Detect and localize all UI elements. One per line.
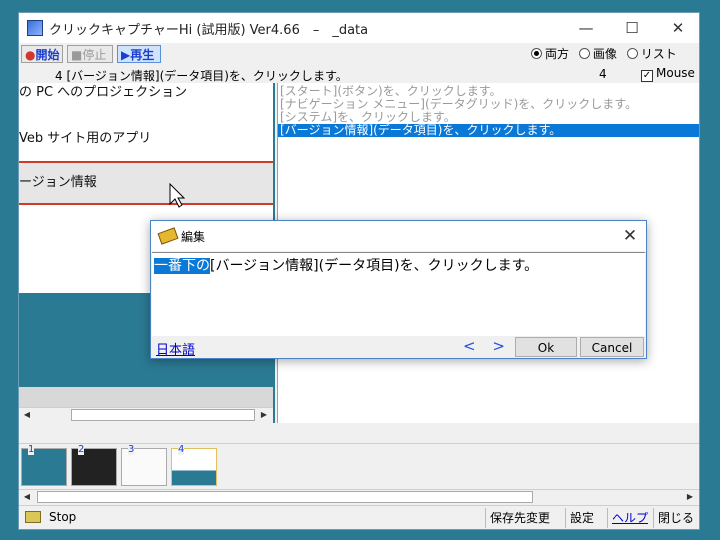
edit-dialog: 編集 ✕ 一番下の[バージョン情報](データ項目)を、クリックします。 日本語 … [150, 220, 647, 359]
maximize-button[interactable]: ☐ [609, 13, 655, 43]
view-option-label: リスト [640, 47, 677, 61]
scroll-thumb[interactable] [71, 409, 255, 421]
play-label: 再生 [130, 48, 155, 62]
status-bar: Stop 保存先変更 設定 ヘルプ 閉じる [19, 505, 699, 529]
thumbnail-strip: 1 2 3 4 [19, 443, 699, 490]
record-icon: ● [25, 48, 36, 62]
window-title: クリックキャプチャーHi (試用版) Ver4.66 – _data [49, 23, 369, 38]
selected-text: 一番下の [154, 258, 210, 274]
status-text: Stop [49, 510, 77, 524]
language-link[interactable]: 日本語 [156, 339, 195, 358]
thumbnail-number: 2 [78, 444, 85, 455]
help-link[interactable]: ヘルプ [607, 508, 652, 528]
list-item-label: ージョン情報 [19, 175, 97, 190]
thumbnail-scrollbar[interactable]: ◀ ▶ [19, 489, 699, 505]
scroll-left-icon[interactable]: ◀ [20, 491, 34, 503]
app-icon [27, 20, 43, 36]
scroll-thumb[interactable] [37, 491, 533, 503]
radio-icon [531, 48, 542, 59]
view-option-both[interactable]: 両方 [525, 47, 569, 61]
checkbox-check-icon: ✓ [641, 70, 653, 82]
eraser-icon [157, 227, 179, 245]
thumbnail-number: 3 [128, 444, 135, 455]
stop-button[interactable]: ■停止 [67, 45, 113, 63]
thumbnail[interactable]: 1 [21, 444, 67, 486]
image-horizontal-scrollbar[interactable]: ◀ ▶ [19, 407, 273, 423]
scroll-left-icon[interactable]: ◀ [20, 409, 34, 421]
folder-icon[interactable] [25, 511, 41, 523]
image-footer-bar [19, 387, 273, 407]
step-text-editor[interactable]: 一番下の[バージョン情報](データ項目)を、クリックします。 [152, 252, 645, 336]
minimize-button[interactable]: — [563, 13, 609, 43]
close-button[interactable]: ✕ [655, 13, 699, 43]
view-option-list[interactable]: リスト [621, 47, 677, 61]
start-label: 開始 [35, 48, 60, 62]
ok-button[interactable]: Ok [515, 337, 577, 357]
thumbnail[interactable]: 3 [121, 444, 167, 486]
thumbnail-number: 1 [28, 444, 35, 455]
mouse-label: Mouse [656, 66, 695, 80]
view-mode-group: 両方 画像 リスト [525, 45, 677, 62]
stop-label: 停止 [82, 48, 107, 62]
radio-icon [626, 48, 638, 59]
current-step-line: 4 [バージョン情報](データ項目)を、クリックします。 4 ✓ Mouse [19, 65, 699, 83]
dialog-footer: 日本語 < > Ok Cancel [151, 337, 646, 359]
dialog-title: 編集 [181, 230, 206, 244]
thumbnail[interactable]: 2 [71, 444, 117, 486]
prev-next-nav[interactable]: < > [463, 337, 511, 355]
view-option-image[interactable]: 画像 [573, 47, 617, 61]
editor-text: [バージョン情報](データ項目)を、クリックします。 [210, 258, 539, 274]
thumbnail-number: 4 [178, 444, 185, 455]
scroll-right-icon[interactable]: ▶ [683, 491, 697, 503]
radio-icon [578, 48, 590, 59]
toolbar: ●開始 ■停止 ▶再生 両方 画像 リスト [19, 43, 699, 65]
list-item-selected[interactable]: [バージョン情報](データ項目)を、クリックします。 [278, 124, 699, 137]
current-step-text: 4 [バージョン情報](データ項目)を、クリックします。 [55, 69, 348, 83]
close-app-button[interactable]: 閉じる [653, 508, 698, 528]
thumbnail-selected[interactable]: 4 [171, 444, 217, 486]
mouse-cursor-icon [169, 183, 185, 208]
stop-icon: ■ [71, 48, 83, 62]
title-bar: クリックキャプチャーHi (試用版) Ver4.66 – _data — ☐ ✕ [19, 13, 699, 43]
change-save-location-button[interactable]: 保存先変更 [485, 508, 554, 528]
view-option-label: 画像 [592, 47, 617, 61]
settings-button[interactable]: 設定 [565, 508, 598, 528]
play-button[interactable]: ▶再生 [117, 45, 161, 63]
scroll-right-icon[interactable]: ▶ [257, 409, 271, 421]
cancel-button[interactable]: Cancel [580, 337, 644, 357]
mouse-checkbox[interactable]: ✓ Mouse [641, 66, 695, 82]
play-icon: ▶ [121, 48, 131, 62]
dialog-title-bar: 編集 ✕ [151, 221, 646, 251]
view-option-label: 両方 [545, 47, 570, 61]
start-button[interactable]: ●開始 [21, 45, 63, 63]
list-item: の PC へのプロジェクション [19, 85, 188, 100]
step-count: 4 [599, 67, 607, 81]
dialog-close-button[interactable]: ✕ [618, 224, 642, 248]
list-item-selected: ージョン情報 [19, 161, 273, 205]
list-item: Veb サイト用のアプリ [19, 131, 152, 146]
